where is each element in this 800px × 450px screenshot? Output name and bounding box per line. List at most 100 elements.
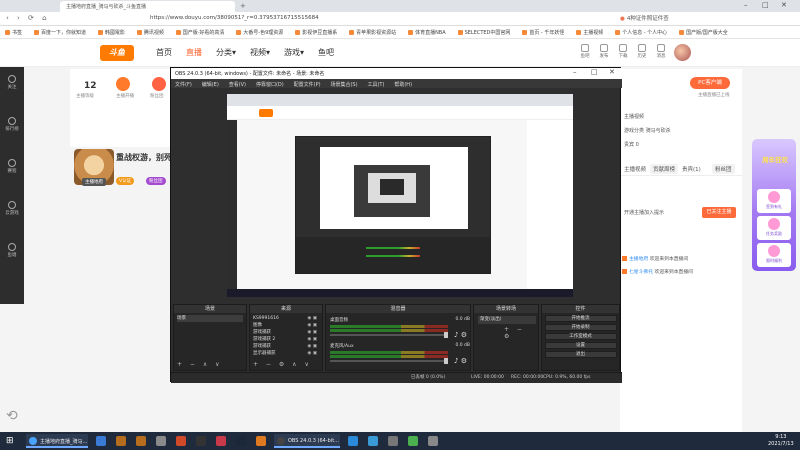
taskbar-icon[interactable]	[368, 436, 378, 446]
sidebar-item-fishpond[interactable]: 鱼塘	[0, 243, 24, 258]
nav-video[interactable]: 视频▾	[250, 47, 270, 58]
anchor-name[interactable]: 主播地府	[82, 178, 106, 186]
source-item[interactable]: KS9991616 ◉ ▣	[253, 315, 319, 322]
bookmark-item[interactable]: 大番号-色9理资源	[231, 26, 288, 36]
search-suggestion[interactable]: ● 4种证件照证件查	[620, 14, 669, 22]
scenes-toolbar[interactable]: + − ∧ ∨	[177, 361, 223, 368]
taskbar-icon[interactable]	[256, 436, 266, 446]
tab-videos[interactable]: 主播视频	[624, 165, 646, 173]
start-streaming-button[interactable]: 开始推流	[544, 315, 617, 322]
close-icon[interactable]: ✕	[609, 68, 615, 76]
menu-item[interactable]: 文件(F)	[171, 79, 196, 88]
bookmark-item[interactable]: SELECTED中国官网	[453, 26, 516, 36]
sidebar-item-cloudgame[interactable]: 云游戏	[0, 201, 24, 216]
sidebar-item-follow[interactable]: 关注	[0, 75, 24, 90]
taskbar-icon[interactable]	[196, 436, 206, 446]
minimize-icon[interactable]: –	[744, 1, 748, 9]
message-icon[interactable]: 消息	[652, 44, 670, 59]
promo-banner[interactable]: 周年狂欢 签到有礼 任务奖励 限时福利	[752, 139, 796, 271]
bookmark-item[interactable]: 首页 - 千年妖怪	[517, 26, 569, 36]
bookmark-item[interactable]: 书签	[0, 26, 27, 36]
bookmark-item[interactable]: 腾讯视频	[132, 26, 169, 36]
bookmark-item[interactable]: 百度一下，你就知道	[29, 26, 91, 36]
follow-button[interactable]: 已关注主播	[702, 207, 736, 218]
taskbar-icon[interactable]	[96, 436, 106, 446]
menu-item[interactable]: 工具(T)	[363, 79, 388, 88]
nav-buttons[interactable]: ‹ › ⟳ ⌂	[6, 14, 50, 22]
bookmark-item[interactable]: 青苹果影视资源站	[344, 26, 401, 36]
menu-item[interactable]: 场景集合(S)	[326, 79, 361, 88]
promo-item[interactable]: 任务奖励	[757, 216, 791, 240]
bookmark-item[interactable]: 主播视频	[571, 26, 608, 36]
sources-toolbar[interactable]: + − ⚙ ∧ ∨	[253, 361, 312, 368]
bookmark-item[interactable]: 个人信息 - 个人中心	[610, 26, 672, 36]
source-item[interactable]: 游戏捕获 ◉ ▣	[253, 343, 319, 350]
taskbar-icon[interactable]	[156, 436, 166, 446]
nav-game[interactable]: 游戏▾	[284, 47, 304, 58]
sidebar-item-rank[interactable]: 排行榜	[0, 117, 24, 132]
promo-item[interactable]: 签到有礼	[757, 189, 791, 213]
bookmark-item[interactable]: 韩國電影	[93, 26, 130, 36]
tab-fanclub[interactable]: 粉丝团	[712, 164, 735, 174]
scene-item[interactable]: 场景	[177, 315, 243, 322]
volume-slider[interactable]	[330, 332, 448, 338]
studio-mode-button[interactable]: 工作室模式	[544, 333, 617, 340]
tab-vip[interactable]: 贵宾(1)	[682, 165, 701, 173]
close-icon[interactable]: ✕	[781, 1, 787, 9]
maximize-icon[interactable]: □	[762, 1, 769, 9]
url-field[interactable]: https://www.douyu.com/3809051?_r=0.37953…	[150, 15, 319, 21]
bookmark-item[interactable]: 体育直播NBA	[403, 26, 451, 36]
taskbar-icon[interactable]	[388, 436, 398, 446]
taskbar-icon[interactable]	[216, 436, 226, 446]
minimize-icon[interactable]: –	[573, 68, 577, 76]
bookmark-item[interactable]: 影视伊豆直播系	[290, 26, 342, 36]
avatar[interactable]	[674, 44, 691, 61]
volume-slider[interactable]	[330, 358, 448, 364]
taskbar-icon[interactable]	[428, 436, 438, 446]
source-item[interactable]: 图像 ◉ ▣	[253, 322, 319, 329]
new-tab-icon[interactable]: +	[240, 2, 246, 10]
nav-yuba[interactable]: 鱼吧	[318, 47, 334, 58]
download-icon[interactable]: 下载	[614, 44, 632, 59]
system-clock[interactable]: 9:13 2021/7/13	[768, 434, 794, 448]
taskbar-app-obs[interactable]: OBS 24.0.3 (64-bit...	[274, 434, 340, 448]
promo-item[interactable]: 限时福利	[757, 243, 791, 267]
settings-button[interactable]: 设置	[544, 342, 617, 349]
menu-item[interactable]: 配置文件(P)	[290, 79, 325, 88]
transition-toolbar[interactable]: + − ⚙	[504, 326, 538, 340]
tab-weekly[interactable]: 贡献周榜	[650, 164, 679, 174]
taskbar-app-browser[interactable]: 主播地府直播_骑马...	[26, 434, 88, 448]
history-icon[interactable]: 历史	[633, 44, 651, 59]
menu-item[interactable]: 查看(V)	[225, 79, 250, 88]
nav-category[interactable]: 分类▾	[216, 47, 236, 58]
nav-home[interactable]: 首页	[156, 47, 172, 58]
browser-tab[interactable]: 主播地府直播_骑马与砍杀_斗鱼直播	[60, 1, 235, 12]
bookmark-item[interactable]: 国产版/国产版大全	[674, 26, 733, 36]
nav-live[interactable]: 直播	[186, 47, 202, 58]
steam-icon[interactable]	[236, 436, 246, 446]
yuba-icon[interactable]: 鱼吧	[576, 44, 594, 59]
pc-client-button[interactable]: PC客户端	[690, 77, 730, 89]
transition-select[interactable]: 渐变(淡出)	[478, 316, 536, 324]
taskbar-icon[interactable]	[116, 436, 126, 446]
taskbar-icon[interactable]	[136, 436, 146, 446]
bookmark-item[interactable]: 国产版·好看的高清	[171, 26, 230, 36]
taskbar-icon[interactable]	[348, 436, 358, 446]
speaker-icon[interactable]: ♪ ⚙	[454, 331, 467, 339]
menu-item[interactable]: 停靠窗口(D)	[252, 79, 288, 88]
sidebar-item-schedule[interactable]: 赛程	[0, 159, 24, 174]
publish-icon[interactable]: 发布	[595, 44, 613, 59]
source-item[interactable]: 游戏捕获 ◉ ▣	[253, 329, 319, 336]
menu-item[interactable]: 编辑(E)	[198, 79, 223, 88]
windows-start-icon[interactable]: ⊞	[6, 436, 14, 446]
speaker-icon[interactable]: ♪ ⚙	[454, 357, 467, 365]
taskbar-icon[interactable]	[176, 436, 186, 446]
obs-preview-canvas[interactable]	[227, 94, 573, 297]
taskbar-icon[interactable]	[408, 436, 418, 446]
source-item[interactable]: 游戏捕获 2 ◉ ▣	[253, 336, 319, 343]
maximize-icon[interactable]: □	[591, 68, 598, 76]
reload-icon[interactable]: ⟲	[6, 408, 18, 424]
menu-item[interactable]: 帮助(H)	[390, 79, 416, 88]
source-item[interactable]: 显示器捕获 ◉ ▣	[253, 350, 319, 357]
douyu-logo[interactable]: 斗鱼	[100, 45, 134, 61]
